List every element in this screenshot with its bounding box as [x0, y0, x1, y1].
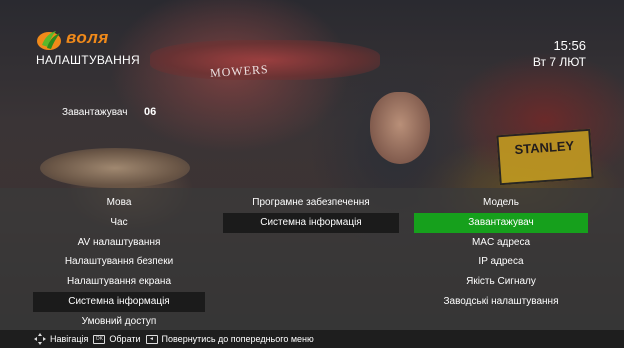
loader-value: 06	[144, 106, 157, 118]
menu-column-sub: Програмне забезпечення Системна інформац…	[223, 193, 399, 233]
detail-item-signal-quality[interactable]: Якість Сигналу	[414, 272, 588, 292]
tv-screen: MOWERS STANLEY воля НАЛАШТУВАННЯ 15:56 В…	[0, 0, 624, 348]
menu-item-language[interactable]: Мова	[33, 193, 205, 213]
brand-name: воля	[66, 28, 109, 47]
background-hat	[40, 148, 190, 188]
menu-item-screen-settings[interactable]: Налаштування екрана	[33, 272, 205, 292]
brand-logo: воля	[36, 26, 168, 52]
navigation-arrows-icon	[34, 333, 46, 345]
hint-navigation: Навігація	[50, 334, 89, 344]
back-key-icon: ◄	[145, 334, 158, 344]
ok-key-icon: OK	[93, 334, 106, 344]
menu-item-av-settings[interactable]: AV налаштування	[33, 233, 205, 253]
hint-back: Повернутись до попереднього меню	[161, 334, 314, 344]
detail-item-ip-address[interactable]: IP адреса	[414, 252, 588, 272]
menu-item-conditional-access[interactable]: Умовний доступ	[33, 312, 205, 332]
hint-select: Обрати	[109, 334, 141, 344]
detail-item-loader[interactable]: Завантажувач	[414, 212, 588, 233]
page-title: НАЛАШТУВАННЯ	[36, 53, 140, 67]
loader-label: Завантажувач	[62, 107, 128, 118]
menu-item-system-info[interactable]: Системна інформація	[33, 291, 205, 312]
clock-date: Вт 7 ЛЮТ	[532, 55, 586, 69]
menu-column-main: Мова Час AV налаштування Налаштування бе…	[33, 193, 205, 332]
detail-item-factory-reset[interactable]: Заводські налаштування	[414, 292, 588, 312]
menu-item-security-settings[interactable]: Налаштування безпеки	[33, 252, 205, 272]
submenu-item-system-info[interactable]: Системна інформація	[223, 212, 399, 233]
detail-item-mac-address[interactable]: MAC адреса	[414, 233, 588, 253]
menu-column-details: Модель Завантажувач MAC адреса IP адреса…	[414, 193, 588, 312]
detail-item-model[interactable]: Модель	[414, 193, 588, 213]
clock-time: 15:56	[553, 38, 586, 53]
footer-hints: Навігація OK Обрати ◄ Повернутись до поп…	[34, 333, 314, 345]
background-person	[370, 92, 430, 164]
logo-leaf-icon	[37, 31, 61, 50]
background-stanley-sign: STANLEY	[496, 128, 594, 186]
stanley-text: STANLEY	[514, 137, 575, 158]
menu-item-time[interactable]: Час	[33, 213, 205, 233]
submenu-item-software[interactable]: Програмне забезпечення	[223, 193, 399, 213]
